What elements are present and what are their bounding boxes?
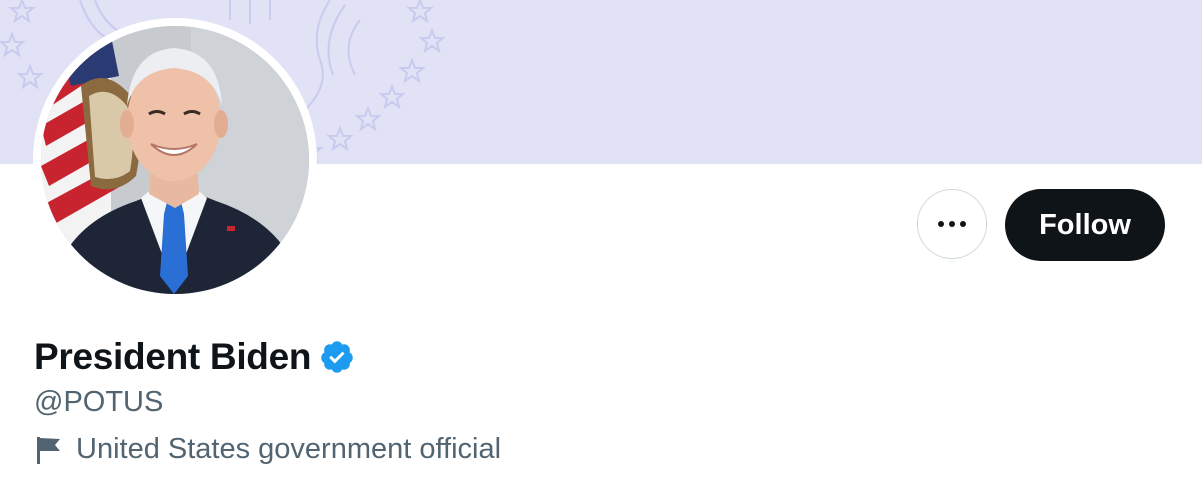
avatar[interactable] (41, 26, 309, 294)
verified-badge-icon[interactable] (319, 339, 355, 375)
profile-name-row: President Biden (34, 336, 355, 378)
flag-icon (36, 435, 62, 465)
display-name: President Biden (34, 336, 312, 377)
affiliation-label: United States government official (36, 433, 501, 466)
more-options-icon (938, 221, 966, 227)
affiliation-text: United States government official (76, 433, 502, 465)
follow-button[interactable]: Follow (1005, 189, 1165, 261)
profile-handle: @POTUS (34, 386, 164, 418)
more-options-button[interactable] (917, 189, 987, 259)
